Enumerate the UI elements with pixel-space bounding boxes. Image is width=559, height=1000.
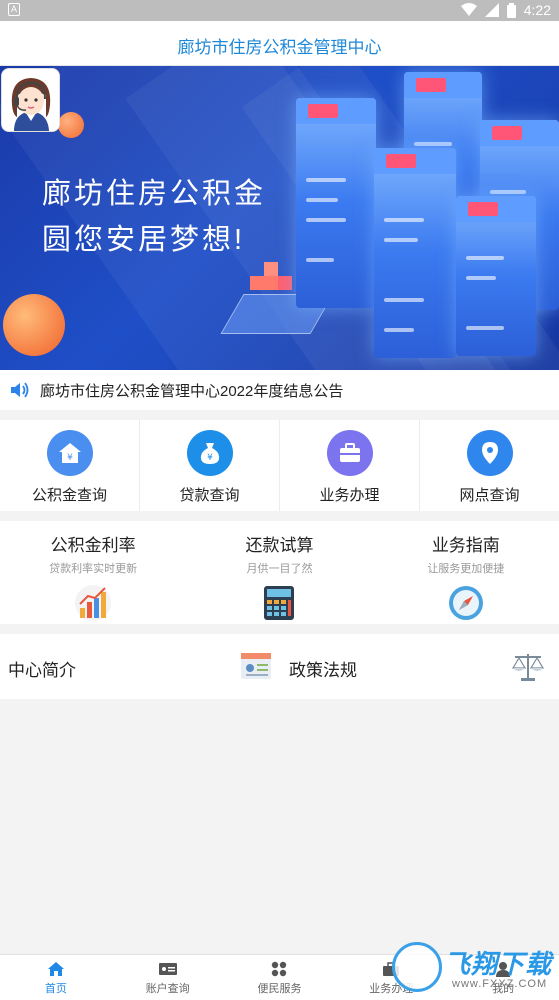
quick-item-label: 贷款查询: [179, 487, 240, 504]
customer-service-avatar[interactable]: [1, 68, 60, 132]
orange-orb-large: [3, 294, 65, 356]
tool-repayment-calc[interactable]: 还款试算 月供一目了然: [186, 521, 372, 624]
tools-row: 公积金利率 贷款利率实时更新 还款试算 月供一目了然 业务指南 让服务更加便捷: [0, 521, 559, 624]
orange-orb: [58, 112, 84, 138]
server-illustration: [296, 98, 376, 308]
id-card-icon: [158, 963, 177, 975]
watermark-brand: 飞翔下载: [444, 949, 553, 979]
server-illustration: [456, 196, 536, 356]
house-yen-icon: ¥: [46, 430, 93, 476]
notice-bar[interactable]: 廊坊市住房公积金管理中心2022年度结息公告: [0, 370, 559, 410]
quick-item-label: 公积金查询: [31, 487, 107, 504]
page-title: 廊坊市住房公积金管理中心: [177, 38, 382, 57]
intro-row: 中心简介 政策法规: [0, 634, 559, 699]
tool-business-guide[interactable]: 业务指南 让服务更加便捷: [373, 521, 559, 624]
svg-text:¥: ¥: [207, 453, 213, 463]
home-icon: [47, 962, 64, 976]
tab-label: 便民服务: [257, 983, 302, 995]
tool-desc: 贷款利率实时更新: [49, 563, 138, 575]
money-bag-icon: ¥: [186, 430, 233, 476]
signal-icon: [484, 3, 499, 17]
clock: 4:22: [523, 2, 551, 18]
tool-title: 还款试算: [245, 536, 314, 555]
promo-banner[interactable]: 廊坊住房公积金 圆您安居梦想!: [0, 66, 559, 370]
center-intro-link[interactable]: 中心简介: [8, 656, 76, 681]
watermark-logo-icon: [392, 942, 442, 992]
tool-title: 公积金利率: [50, 536, 136, 555]
calculator-icon: [264, 586, 295, 620]
scales-icon: [511, 654, 545, 681]
id-card-icon: [241, 653, 271, 679]
quick-item-outlets[interactable]: 网点查询: [420, 420, 559, 511]
compass-icon: [448, 586, 483, 620]
speaker-icon: [11, 382, 29, 398]
wifi-icon: [460, 3, 477, 16]
quick-service-grid: ¥ 公积金查询 ¥ 贷款查询 业务办理 网点查询: [0, 420, 559, 511]
grid-icon: [272, 961, 287, 977]
watermark: 飞翔下载 www.FXXZ.COM: [392, 942, 557, 998]
briefcase-icon: [326, 430, 373, 476]
tool-desc: 月供一目了然: [246, 563, 313, 575]
app-header: 廊坊市住房公积金管理中心: [0, 21, 559, 66]
battery-icon: [506, 2, 516, 18]
tab-label: 账户查询: [145, 983, 190, 995]
tool-title: 业务指南: [431, 536, 500, 555]
avatar-icon: [2, 69, 59, 131]
quick-item-label: 业务办理: [319, 487, 380, 504]
tool-desc: 让服务更加便捷: [427, 563, 505, 575]
quick-item-business[interactable]: 业务办理: [280, 420, 420, 511]
tab-home[interactable]: 首页: [0, 955, 112, 1000]
quick-item-label: 网点查询: [459, 487, 520, 504]
svg-text:¥: ¥: [67, 453, 73, 463]
quick-item-loan-query[interactable]: ¥ 贷款查询: [140, 420, 280, 511]
quick-item-fund-query[interactable]: ¥ 公积金查询: [0, 420, 140, 511]
tab-account-query[interactable]: 账户查询: [112, 955, 224, 1000]
location-pin-icon: [466, 430, 513, 476]
tab-label: 首页: [44, 983, 67, 995]
tool-fund-rate[interactable]: 公积金利率 贷款利率实时更新: [0, 521, 186, 624]
policy-link[interactable]: 政策法规: [289, 656, 357, 681]
rate-chart-icon: [75, 585, 112, 621]
banner-slogan-line1: 廊坊住房公积金: [42, 178, 267, 210]
cubes-illustration: [250, 262, 292, 302]
status-bar: A 4:22: [0, 0, 559, 21]
watermark-url: www.FXXZ.COM: [452, 978, 548, 990]
notification-icon: A: [8, 3, 20, 16]
notice-text: 廊坊市住房公积金管理中心2022年度结息公告: [40, 382, 344, 400]
tab-convenience[interactable]: 便民服务: [224, 955, 336, 1000]
server-illustration: [374, 148, 456, 358]
banner-slogan-line2: 圆您安居梦想!: [42, 224, 246, 256]
